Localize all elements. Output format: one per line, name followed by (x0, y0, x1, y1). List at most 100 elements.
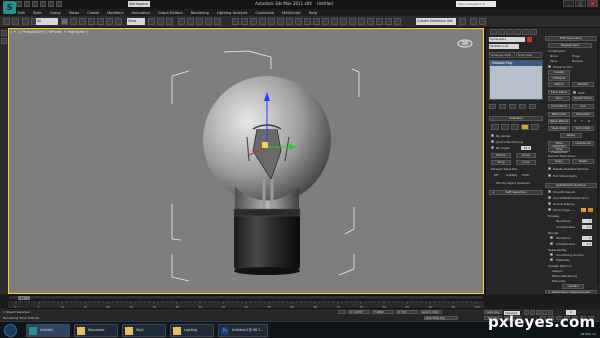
snaps-toggle-icon[interactable] (178, 18, 185, 25)
menu-animation[interactable]: Animation (132, 11, 150, 15)
activeshade-icon[interactable] (331, 18, 338, 25)
hide-unselected-button[interactable]: Hide Unselected (548, 147, 570, 154)
select-manipulate-icon[interactable] (157, 18, 164, 25)
menu-modifiers[interactable]: Modifiers (107, 11, 123, 15)
command-panel-scrollbar[interactable] (597, 36, 599, 286)
menu-tools[interactable]: Tools (33, 11, 42, 15)
taskbar-item-document[interactable]: Document (74, 324, 118, 337)
rendered-frame-icon[interactable] (304, 18, 311, 25)
cage-color-swatch-1[interactable] (581, 208, 586, 212)
edge-level-icon[interactable] (501, 124, 509, 130)
render-smoothness-spinner[interactable]: 1.0 (582, 242, 592, 246)
grow-button[interactable]: Grow (516, 153, 536, 158)
y-coordinate-field[interactable]: Y: 68.9 (372, 310, 394, 314)
edit-geometry-rollout-header[interactable]: - Edit Geometry (545, 36, 597, 41)
show-end-result-icon[interactable] (499, 104, 506, 109)
preview-off-radio[interactable]: Off (494, 173, 498, 177)
new-icon[interactable] (16, 1, 22, 7)
hierarchy-tab-icon[interactable] (506, 29, 513, 35)
soft-selection-rollout-header[interactable]: + Soft Selection (489, 190, 543, 195)
attach-button[interactable]: Attach (548, 82, 570, 87)
unwrap-uvw-button[interactable]: Unwrap UVW (489, 52, 515, 58)
constraint-normal-radio[interactable]: Normal (572, 59, 583, 63)
percent-snap-icon[interactable] (196, 18, 203, 25)
shrink-button[interactable]: Shrink (491, 153, 511, 158)
grid-align-button[interactable]: Grid Align (572, 126, 594, 131)
show-cage-checkbox[interactable] (548, 208, 551, 211)
viewport-tool-1-icon[interactable] (1, 30, 7, 36)
toolbar-extra-icon[interactable] (470, 18, 477, 25)
render-online-icon[interactable] (340, 18, 347, 25)
batch-render-icon[interactable] (376, 18, 383, 25)
object-color-swatch[interactable] (527, 37, 532, 42)
redo-icon[interactable] (48, 1, 54, 7)
schematic-view-icon[interactable] (277, 18, 284, 25)
render-smoothness-checkbox[interactable] (550, 242, 553, 245)
delete-isolated-checkbox[interactable] (548, 167, 551, 170)
msmooth-button[interactable]: MSmooth (548, 112, 570, 117)
spinner-snap-icon[interactable] (205, 18, 212, 25)
angle-snap-icon[interactable] (187, 18, 194, 25)
reference-coord-dropdown[interactable]: View (127, 18, 145, 25)
pivot-center-icon[interactable] (148, 18, 155, 25)
render-setup-icon[interactable] (295, 18, 302, 25)
planar-z-button[interactable]: Z (588, 119, 590, 123)
menu-create[interactable]: Create (87, 11, 99, 15)
constraint-edge-radio[interactable]: Edge (572, 54, 580, 58)
use-nurms-checkbox[interactable] (548, 196, 551, 199)
preview-multi-radio[interactable]: Multi (522, 173, 529, 177)
ignore-backfacing-checkbox[interactable] (491, 140, 494, 143)
border-level-icon[interactable] (511, 124, 519, 130)
light-lister-icon[interactable] (385, 18, 392, 25)
cut-button[interactable]: Cut (572, 104, 594, 109)
manually-radio[interactable]: Manually (552, 279, 566, 283)
menu-maxscript[interactable]: MAXScript (282, 11, 300, 15)
lightbulb-model[interactable] (9, 29, 484, 294)
perspective-viewport[interactable]: [ + ] [ Perspective ] [ Smooth + Highlig… (8, 28, 484, 294)
create-button[interactable]: Create (548, 70, 570, 75)
detach-button[interactable]: Detach (572, 82, 594, 87)
iterations-spinner[interactable]: 1 (582, 219, 592, 223)
subdivision-displacement-rollout-header[interactable]: + Subdivision Displacement (545, 290, 597, 294)
keyboard-shortcut-icon[interactable] (166, 18, 173, 25)
select-by-name-icon[interactable] (70, 18, 77, 25)
preserve-uvs-checkbox[interactable] (548, 65, 551, 68)
ring-button[interactable]: Ring (491, 160, 511, 165)
link-icon[interactable] (22, 18, 29, 25)
rect-selection-icon[interactable] (79, 18, 86, 25)
add-time-tag-button[interactable]: Add Time Tag (424, 316, 458, 320)
taskbar-item-photoshop[interactable]: Ps Untitled-3 @ 66.7... (218, 324, 268, 337)
maximize-button[interactable]: □ (575, 0, 586, 7)
slice-plane-button[interactable]: Slice Plane (548, 90, 570, 95)
menu-lighting-analysis[interactable]: Lighting Analysis (217, 11, 247, 15)
subdivision-surface-rollout-header[interactable]: - Subdivision Surface (545, 183, 597, 188)
mirror-icon[interactable] (232, 18, 239, 25)
keyword-search-input[interactable]: Type a keyword or phrase (456, 1, 496, 12)
named-selection-sets-dropdown[interactable]: Create Selection Set (416, 18, 456, 25)
configure-sets-icon[interactable] (529, 104, 536, 109)
scale-icon[interactable] (115, 18, 122, 25)
by-angle-spinner[interactable]: 45.0 (521, 146, 531, 150)
polygon-level-icon[interactable] (521, 124, 529, 130)
viewport-tool-2-icon[interactable] (1, 38, 7, 44)
workspace-select[interactable]: Workspace (128, 1, 150, 7)
layer-manager-icon[interactable] (250, 18, 257, 25)
quickslice-button[interactable]: QuickSlice (548, 104, 570, 109)
materials-checkbox[interactable] (550, 258, 553, 261)
relax-button[interactable]: Relax (560, 133, 582, 138)
rotate-icon[interactable] (106, 18, 113, 25)
uvw-map-button[interactable]: Uvw map (516, 52, 542, 58)
planar-x-button[interactable]: X (574, 119, 576, 123)
display-tab-icon[interactable] (522, 29, 529, 35)
isoline-display-checkbox[interactable] (548, 202, 551, 205)
start-button-icon[interactable] (4, 324, 17, 337)
always-radio[interactable]: Always (552, 269, 563, 273)
by-vertex-checkbox[interactable] (491, 134, 494, 137)
stack-item-editable-poly[interactable]: Editable Poly (490, 61, 542, 66)
smoothing-groups-checkbox[interactable] (550, 253, 553, 256)
render-iterations-checkbox[interactable] (550, 236, 553, 239)
curve-editor-icon[interactable] (268, 18, 275, 25)
move-icon[interactable] (97, 18, 104, 25)
pin-stack-icon[interactable] (489, 104, 496, 109)
planar-y-button[interactable]: Y (581, 119, 583, 123)
